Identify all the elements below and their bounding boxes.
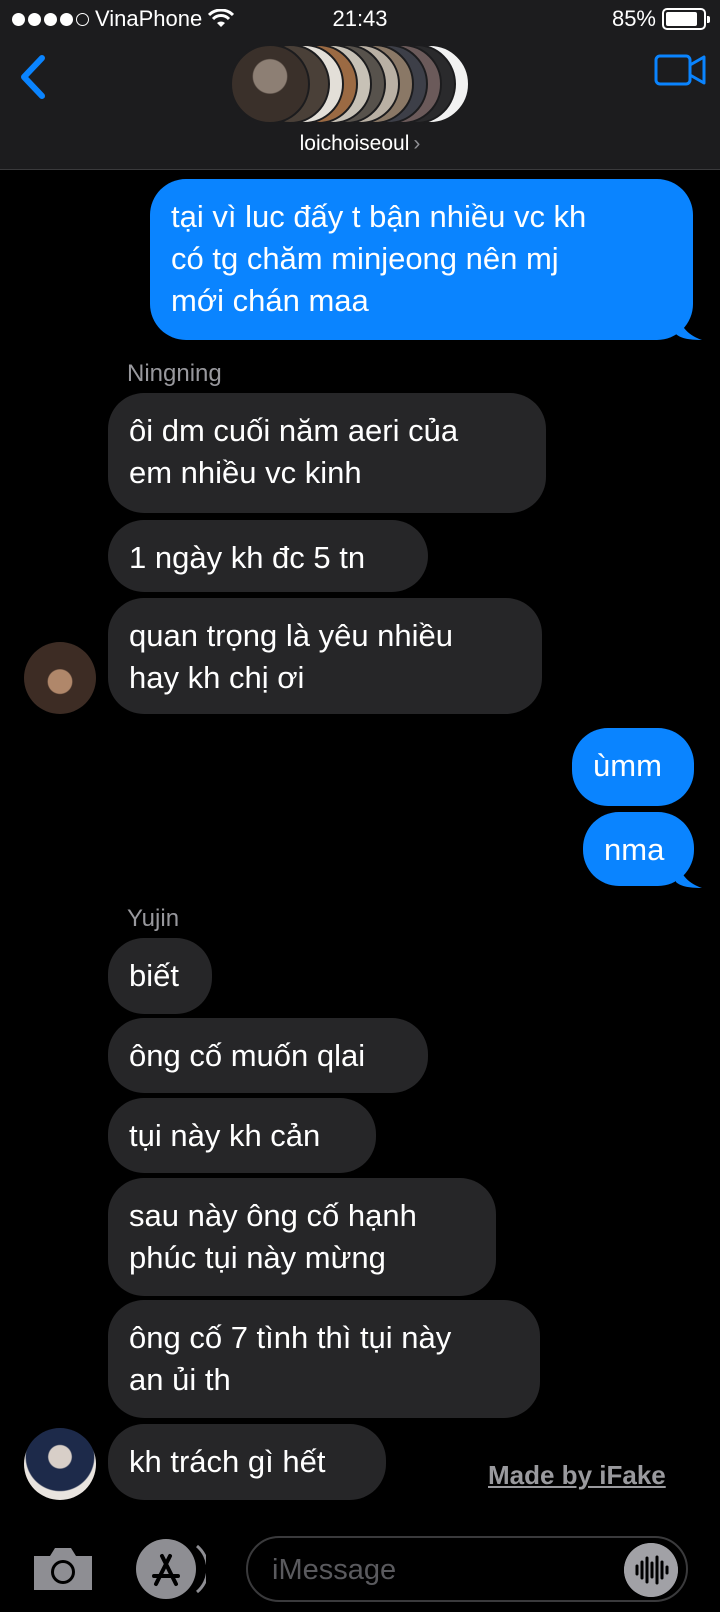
- battery-icon: [662, 8, 710, 30]
- message-input-bar: iMessage: [0, 1520, 720, 1612]
- message-bubble-incoming[interactable]: quan trọng là yêu nhiều hay kh chị ơi: [108, 598, 542, 714]
- chevron-right-icon: ›: [413, 132, 421, 155]
- battery-percent: 85%: [611, 6, 656, 31]
- message-bubble-outgoing[interactable]: tại vì luc đấy t bận nhiều vc kh có tg c…: [150, 179, 693, 340]
- sender-name: Yujin: [127, 905, 180, 932]
- group-member-avatar: [230, 44, 310, 124]
- status-bar: VinaPhone 21:43 85%: [0, 0, 720, 40]
- message-bubble-incoming[interactable]: biết: [108, 938, 212, 1014]
- message-bubble-outgoing[interactable]: ùmm: [572, 728, 694, 806]
- camera-icon[interactable]: [30, 1544, 96, 1594]
- message-bubble-incoming[interactable]: sau này ông cố hạnh phúc tụi này mừng: [108, 1178, 496, 1296]
- conversation-header: loichoiseoul ›: [0, 40, 720, 170]
- video-camera-icon[interactable]: [654, 50, 706, 90]
- message-bubble-incoming[interactable]: kh trách gì hết: [108, 1424, 386, 1500]
- imessage-input[interactable]: iMessage: [246, 1536, 688, 1602]
- input-placeholder: iMessage: [272, 1554, 397, 1586]
- message-bubble-incoming[interactable]: ông cố 7 tình thì tụi này an ủi th: [108, 1300, 540, 1418]
- bubble-tail: [676, 310, 702, 340]
- avatar[interactable]: [24, 642, 96, 714]
- app-store-icon[interactable]: [134, 1536, 206, 1602]
- avatar[interactable]: [24, 1428, 96, 1500]
- message-bubble-incoming[interactable]: 1 ngày kh đc 5 tn: [108, 520, 428, 592]
- bubble-tail: [676, 858, 702, 888]
- conversation-title[interactable]: loichoiseoul ›: [0, 132, 720, 156]
- audio-waveform-icon[interactable]: [624, 1543, 678, 1597]
- watermark: Made by iFake: [488, 1460, 666, 1490]
- sender-name: Ningning: [127, 360, 222, 387]
- group-avatar-stack[interactable]: [230, 44, 492, 124]
- message-bubble-incoming[interactable]: ông cố muốn qlai: [108, 1018, 428, 1093]
- message-bubble-incoming[interactable]: tụi này kh cản: [108, 1098, 376, 1173]
- battery-group: 85%: [611, 6, 710, 32]
- conversation-name: loichoiseoul: [299, 132, 410, 155]
- message-bubble-incoming[interactable]: ôi dm cuối năm aeri của em nhiều vc kinh: [108, 393, 546, 513]
- chevron-left-icon[interactable]: [14, 50, 54, 104]
